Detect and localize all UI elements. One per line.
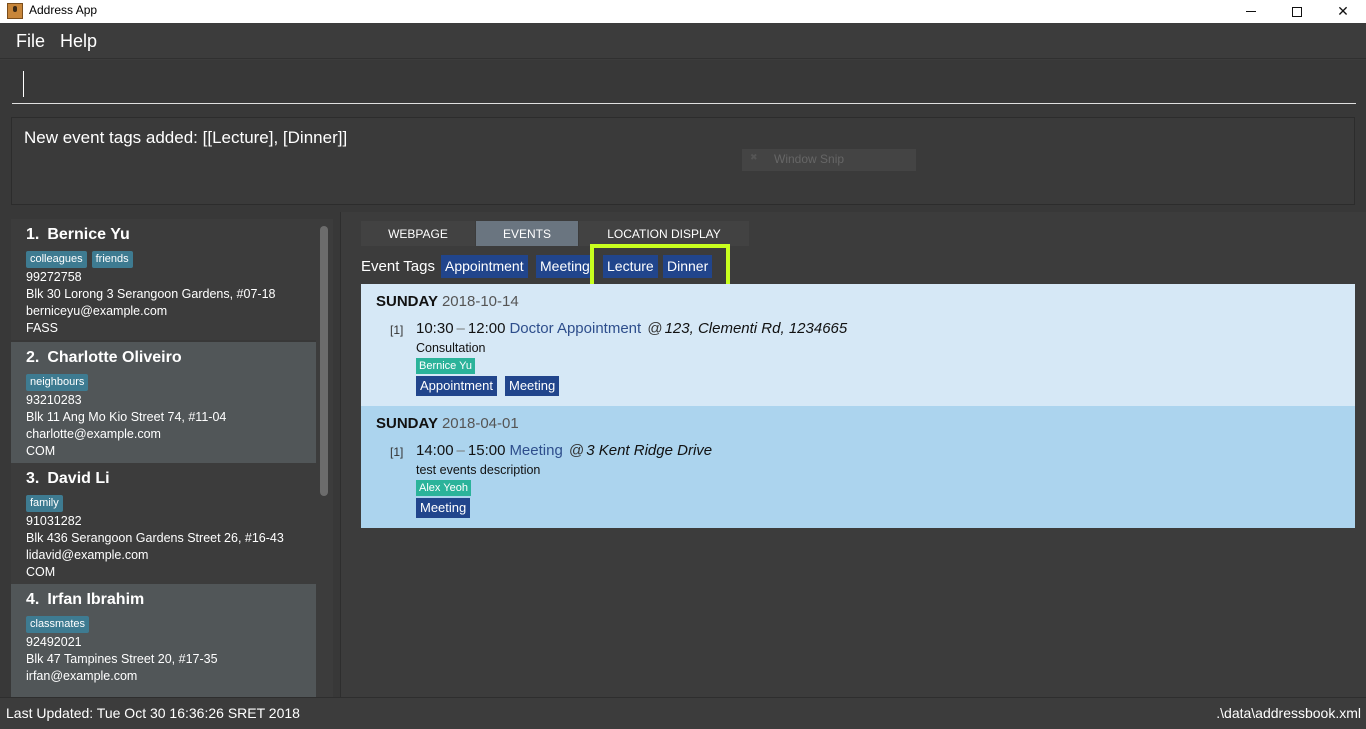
window-snip-overlay: Window Snip — [742, 149, 916, 171]
person-name: Charlotte Oliveiro — [47, 349, 182, 366]
event-location: 3 Kent Ridge Drive — [586, 442, 713, 459]
event-day-block: SUNDAY 2018-10-14 [1] 10:30–12:00 Doctor A… — [361, 284, 1355, 406]
person-address: Blk 436 Serangoon Gardens Street 26, #16… — [26, 531, 284, 545]
event-time-dash: – — [456, 320, 465, 337]
event-weekday: SUNDAY — [376, 415, 438, 432]
text-caret — [23, 71, 24, 97]
command-box-area — [0, 60, 1366, 112]
person-tags: neighbours — [26, 370, 316, 392]
tab-location-display[interactable]: LOCATION DISPLAY — [579, 221, 749, 246]
event-end-time: 12:00 — [467, 320, 506, 337]
person-index: 2. — [26, 349, 40, 366]
person-address: Blk 11 Ang Mo Kio Street 74, #11-04 — [26, 410, 227, 424]
person-name: Irfan Ibrahim — [47, 591, 145, 608]
event-summary: 14:00–15:00 Meeting @3 Kent Ridge Drive — [416, 442, 712, 459]
status-bar: Last Updated: Tue Oct 30 16:36:26 SRET 2… — [0, 697, 1366, 729]
person-tag: friends — [91, 251, 133, 268]
person-phone: 91031282 — [26, 514, 82, 528]
person-index: 3. — [26, 470, 40, 487]
person-email: berniceyu@example.com — [26, 304, 168, 318]
event-name: Meeting — [509, 442, 563, 459]
close-icon: ✕ — [1337, 3, 1349, 20]
person-email: charlotte@example.com — [26, 427, 161, 441]
person-phone: 93210283 — [26, 393, 82, 407]
person-card[interactable]: 4. Irfan Ibrahim classmates 92492021 Blk … — [11, 584, 316, 697]
event-end-time: 15:00 — [467, 442, 506, 459]
person-index: 1. — [26, 226, 40, 243]
event-tag: Appointment — [416, 376, 497, 396]
event-day-header: SUNDAY 2018-10-14 — [376, 293, 519, 310]
event-location: 123, Clementi Rd, 1234665 — [664, 320, 848, 337]
person-faculty: FASS — [26, 321, 58, 335]
event-start-time: 10:30 — [416, 320, 454, 337]
event-tag-meeting: Meeting — [536, 255, 594, 278]
result-display[interactable]: New event tags added: [[Lecture], [Dinne… — [11, 117, 1355, 205]
menu-file[interactable]: File — [16, 31, 45, 52]
person-tags: family — [26, 491, 316, 513]
event-tags-label: Event Tags — [361, 258, 435, 275]
event-weekday: SUNDAY — [376, 293, 438, 310]
result-message: New event tags added: [[Lecture], [Dinne… — [24, 128, 348, 147]
person-email: lidavid@example.com — [26, 548, 149, 562]
event-attendee: Alex Yeoh — [416, 480, 471, 496]
result-display-area: New event tags added: [[Lecture], [Dinne… — [0, 112, 1366, 212]
event-description: test events description — [416, 463, 541, 477]
person-name: David Li — [47, 470, 110, 487]
person-faculty: COM — [26, 444, 56, 458]
close-button[interactable]: ✕ — [1320, 0, 1366, 23]
tab-webpage[interactable]: WEBPAGE — [361, 221, 475, 246]
person-tags: colleagues friends — [26, 247, 316, 269]
event-name: Doctor Appointment — [509, 320, 642, 337]
browser-panel: WEBPAGE EVENTS LOCATION DISPLAY Event Ta… — [342, 212, 1366, 697]
menu-help[interactable]: Help — [60, 31, 97, 52]
event-number: [1] — [390, 323, 404, 337]
person-card[interactable]: 3. David Li family 91031282 Blk 436 Seran… — [11, 463, 316, 584]
minimize-icon — [1246, 11, 1256, 12]
event-date: 2018-10-14 — [441, 293, 519, 310]
person-faculty: COM — [26, 565, 56, 579]
person-tag: classmates — [26, 616, 90, 633]
person-tags: classmates — [26, 612, 316, 634]
event-tag: Meeting — [505, 376, 560, 396]
scrollbar-thumb[interactable] — [320, 226, 328, 496]
person-address: Blk 30 Lorong 3 Serangoon Gardens, #07-1… — [26, 287, 276, 301]
person-tag: family — [26, 495, 63, 512]
event-tag: Meeting — [416, 498, 471, 518]
event-day-block: SUNDAY 2018-04-01 [1] 14:00–15:00 Meeting … — [361, 406, 1355, 528]
event-tag-appointment: Appointment — [441, 255, 528, 278]
person-name: Bernice Yu — [47, 226, 130, 243]
person-tag: neighbours — [26, 374, 89, 391]
window-title: Address App — [29, 3, 98, 17]
last-updated-status: Last Updated: Tue Oct 30 16:36:26 SRET 2… — [6, 705, 300, 721]
person-list-panel: 1. Bernice Yu colleagues friends 99272758 … — [0, 212, 341, 697]
app-icon — [7, 3, 23, 19]
event-day-header: SUNDAY 2018-04-01 — [376, 415, 519, 432]
event-description: Consultation — [416, 341, 486, 355]
event-number: [1] — [390, 445, 404, 459]
person-email: irfan@example.com — [26, 669, 138, 683]
event-date: 2018-04-01 — [441, 415, 519, 432]
person-address: Blk 47 Tampines Street 20, #17-35 — [26, 652, 218, 666]
person-index: 4. — [26, 591, 40, 608]
event-time-dash: – — [456, 442, 465, 459]
maximize-button[interactable] — [1274, 0, 1320, 23]
menu-bar: File Help — [0, 23, 1366, 59]
person-tag: colleagues — [26, 251, 87, 268]
person-phone: 92492021 — [26, 635, 82, 649]
title-bar: Address App ✕ — [0, 0, 1366, 23]
save-location-status: .\data\addressbook.xml — [1216, 705, 1361, 721]
event-at-sign: @ — [568, 442, 585, 459]
tab-events[interactable]: EVENTS — [476, 221, 578, 246]
command-input[interactable] — [12, 68, 1356, 104]
new-tags-highlight-box — [590, 244, 730, 288]
maximize-icon — [1292, 6, 1302, 17]
event-summary: 10:30–12:00 Doctor Appointment @123, Clem… — [416, 320, 847, 337]
person-card[interactable]: 2. Charlotte Oliveiro neighbours 93210283… — [11, 342, 316, 463]
event-start-time: 14:00 — [416, 442, 454, 459]
person-card[interactable]: 1. Bernice Yu colleagues friends 99272758 … — [11, 219, 316, 340]
event-attendee: Bernice Yu — [416, 358, 476, 374]
person-phone: 99272758 — [26, 270, 82, 284]
event-at-sign: @ — [647, 320, 663, 337]
minimize-button[interactable] — [1228, 0, 1274, 23]
